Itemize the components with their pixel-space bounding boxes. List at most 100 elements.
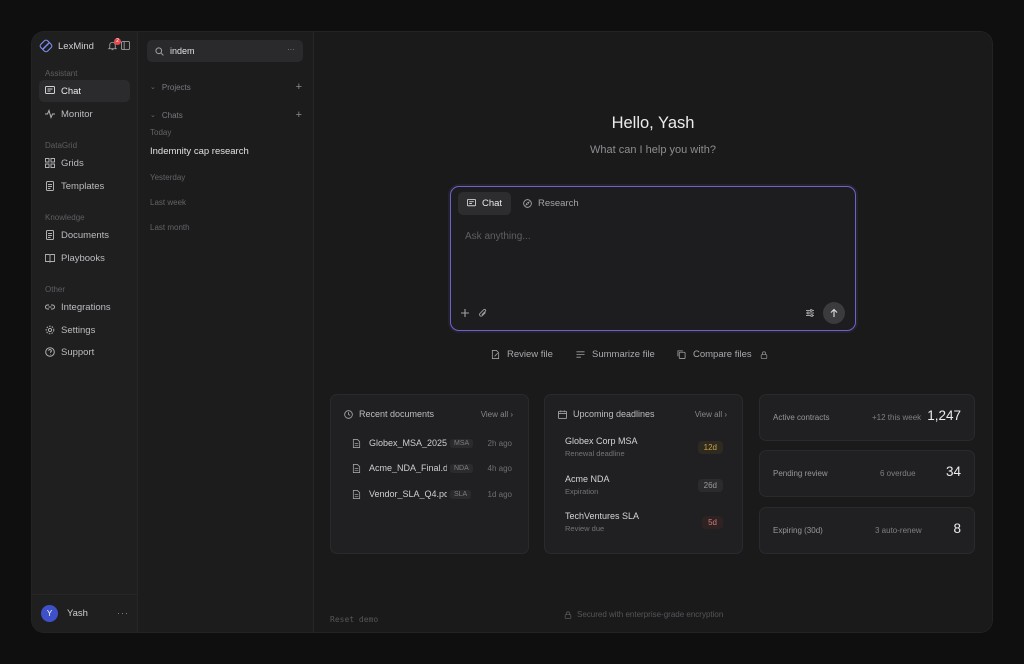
plus-icon[interactable] [460, 308, 470, 318]
compare-files-button[interactable]: Compare files [677, 349, 768, 360]
search-more-button[interactable]: ··· [287, 45, 295, 54]
stat-card-pending-review[interactable]: Pending review 6 overdue 34 [759, 450, 975, 497]
chevron-down-icon: ⌄ [150, 112, 156, 119]
file-edit-icon [491, 350, 500, 359]
deadline-days-badge: 12d [697, 441, 723, 454]
stat-sub: +12 this week [872, 413, 922, 422]
sidebar-item-playbooks[interactable]: Playbooks [39, 247, 130, 269]
search-input[interactable] [170, 46, 280, 56]
greeting: Hello, Yash [611, 114, 695, 132]
stat-label: Active contracts [773, 413, 830, 422]
chat-history-panel: ··· ⌄ Projects + ⌄ Chats + Today Indemni… [138, 32, 314, 632]
document-name: Acme_NDA_Final.docx [369, 463, 447, 473]
compass-icon [523, 199, 532, 208]
sidebar-item-label: Monitor [61, 108, 93, 120]
book-icon [45, 254, 55, 263]
composer: Chat Research [450, 186, 856, 331]
card-title: Upcoming deadlines [573, 409, 655, 419]
calendar-icon [558, 409, 567, 419]
stat-sub: 3 auto-renew [875, 526, 922, 535]
review-file-button[interactable]: Review file [491, 349, 553, 360]
stat-card-expiring[interactable]: Expiring (30d) 3 auto-renew 8 [759, 507, 975, 554]
deadline-days-badge: 26d [697, 479, 723, 492]
view-all-link[interactable]: View all › [481, 410, 513, 419]
list-item[interactable]: Acme_NDA_Final.docx NDA 4h ago [352, 462, 512, 474]
brand[interactable]: LexMind [39, 39, 94, 53]
prompt-input[interactable] [465, 231, 825, 242]
history-search[interactable]: ··· [147, 40, 303, 62]
projects-group[interactable]: ⌄ Projects + [150, 81, 302, 93]
stat-label: Pending review [773, 469, 828, 478]
projects-label: Projects [161, 82, 191, 92]
document-icon [46, 181, 54, 191]
tab-research[interactable]: Research [514, 192, 588, 215]
user-more-button[interactable]: ··· [117, 608, 129, 618]
list-item[interactable]: Acme NDA Expiration 26d [565, 474, 723, 496]
lock-icon [760, 350, 767, 359]
add-chat-button[interactable]: + [296, 109, 302, 121]
add-project-button[interactable]: + [296, 81, 302, 93]
send-button[interactable] [823, 302, 845, 324]
sidebar-item-documents[interactable]: Documents [39, 224, 130, 246]
list-item[interactable]: TechVentures SLA Review due 5d [565, 511, 723, 533]
quick-action-label: Review file [507, 349, 553, 360]
document-name: Globex_MSA_2025 [369, 438, 447, 448]
lock-icon [564, 610, 572, 619]
document-icon [46, 230, 54, 240]
pulse-icon [45, 109, 55, 119]
search-icon [155, 46, 164, 56]
deadline-name: TechVentures SLA [565, 511, 640, 521]
view-all-link[interactable]: View all › [695, 410, 727, 419]
user-name: Yash [67, 608, 88, 619]
settings-sliders-icon[interactable] [805, 308, 815, 318]
user-menu[interactable]: Y Yash ··· [32, 594, 138, 632]
stat-value: 8 [953, 521, 961, 536]
panel-toggle-icon[interactable] [121, 41, 130, 50]
tab-chat[interactable]: Chat [458, 192, 512, 215]
sidebar-item-label: Documents [61, 229, 110, 241]
app-name: LexMind [58, 40, 94, 52]
chat-entry[interactable]: Indemnity cap research [150, 146, 249, 157]
chat-icon [467, 199, 476, 207]
sidebar-item-settings[interactable]: Settings [39, 319, 130, 341]
list-item[interactable]: Globex_MSA_2025 MSA 2h ago [352, 437, 512, 449]
chats-label: Chats [161, 110, 183, 120]
recent-documents-card: Recent documents View all › Globex_MSA_2… [330, 394, 529, 554]
date-group-yesterday: Yesterday [150, 173, 186, 182]
document-time: 4h ago [487, 463, 512, 473]
reset-demo-link[interactable]: Reset demo [330, 615, 378, 624]
stat-value: 34 [945, 464, 961, 479]
security-text: Secured with enterprise-grade encryption [577, 610, 724, 619]
list-item[interactable]: Vendor_SLA_Q4.pdf SLA 1d ago [352, 488, 512, 500]
sidebar-item-chat[interactable]: Chat [39, 80, 130, 102]
sidebar-item-templates[interactable]: Templates [39, 175, 130, 197]
security-note: Secured with enterprise-grade encryption [564, 610, 723, 619]
sidebar-item-support[interactable]: Support [39, 341, 130, 363]
attach-icon[interactable] [478, 308, 488, 318]
sidebar-item-label: Integrations [61, 301, 111, 313]
subgreeting: What can I help you with? [590, 144, 716, 156]
card-title: Recent documents [359, 409, 435, 419]
help-icon [45, 347, 55, 357]
copy-icon [677, 350, 686, 359]
date-group-last-week: Last week [150, 198, 187, 207]
date-group-last-month: Last month [150, 223, 190, 232]
sidebar-item-label: Grids [61, 157, 84, 169]
quick-action-label: Summarize file [592, 349, 655, 360]
summarize-file-button[interactable]: Summarize file [576, 349, 655, 360]
stat-value: 1,247 [927, 408, 961, 423]
deadline-days-badge: 5d [702, 516, 723, 529]
chevron-down-icon: ⌄ [150, 84, 156, 91]
sidebar-item-integrations[interactable]: Integrations [39, 296, 130, 318]
avatar: Y [41, 605, 58, 622]
chats-group[interactable]: ⌄ Chats + [150, 109, 302, 121]
list-item[interactable]: Globex Corp MSA Renewal deadline 12d [565, 436, 723, 458]
stat-card-active-contracts[interactable]: Active contracts +12 this week 1,247 [759, 394, 975, 441]
sidebar-item-monitor[interactable]: Monitor [39, 103, 130, 125]
upcoming-deadlines-card: Upcoming deadlines View all › Globex Cor… [544, 394, 743, 554]
document-icon [352, 463, 361, 473]
link-icon [45, 304, 55, 310]
sidebar-item-grids[interactable]: Grids [39, 152, 130, 174]
document-icon [352, 438, 361, 448]
grid-icon [45, 158, 55, 168]
